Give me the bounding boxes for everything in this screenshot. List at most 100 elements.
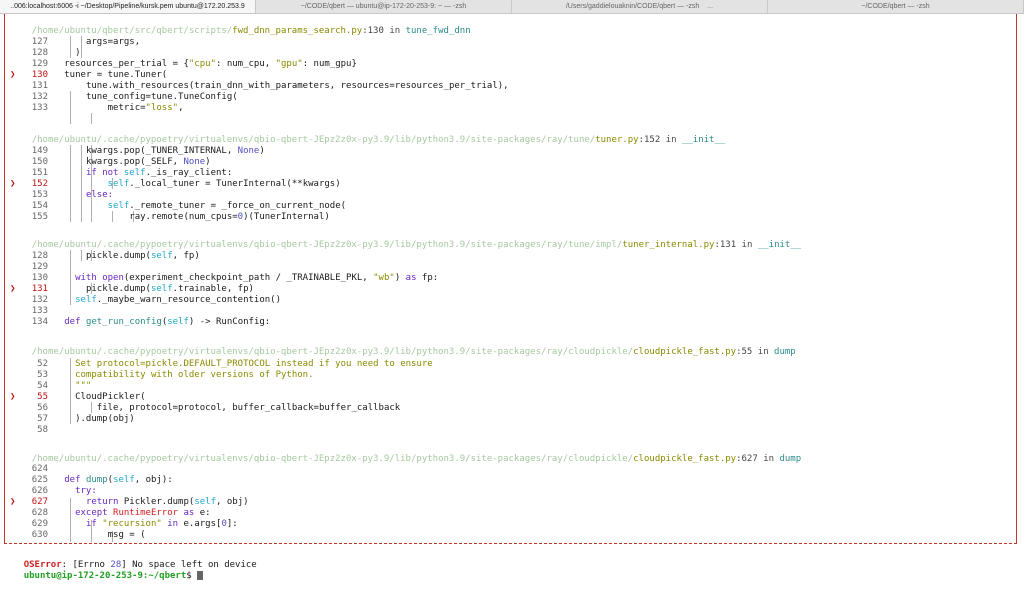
code-line: 154 self._remote_tuner = _force_on_curre…: [10, 201, 346, 212]
code-line-current: ❯ 55 CloudPickler(: [10, 392, 146, 403]
code-line-current: ❯ 131 pickle.dump(self.trainable, fp): [10, 284, 254, 295]
code-line: 132 self._maybe_warn_resource_contention…: [10, 295, 281, 306]
code-text: .trainable, fp): [172, 284, 254, 294]
line-number: 131: [31, 81, 48, 91]
frame-file: cloudpickle_fast.py: [633, 347, 737, 357]
line-number: 626: [31, 486, 48, 496]
line-number: 129: [31, 59, 48, 69]
frame-line: :130: [362, 26, 384, 36]
code-line: 127 args=args,: [10, 37, 140, 48]
code-text: ._maybe_warn_resource_contention(): [96, 295, 282, 305]
code-line: 150 kwargs.pop(_SELF, None): [10, 157, 211, 168]
line-number: 52: [37, 359, 48, 369]
code-line: 128 pickle.dump(self, fp): [10, 251, 200, 262]
frame-path: /home/ubuntu/.cache/pypoetry/virtualenvs…: [31, 347, 634, 357]
tab-qbert-remote[interactable]: ~/CODE/qbert — ubuntu@ip-172-20-253-9: ~…: [256, 0, 512, 13]
frame-function: __init__: [757, 240, 802, 250]
frame-in: in: [757, 454, 780, 464]
code-self: self: [167, 317, 189, 327]
line-number: 155: [31, 212, 48, 222]
line-number: 152: [31, 179, 48, 189]
code-string: "recursion": [102, 519, 162, 529]
tab-label: /Users/gaddielouaknin/CODE/qbert — -zsh: [565, 3, 700, 10]
frame-function: dump: [774, 347, 796, 357]
code-function: dump: [85, 475, 108, 485]
shell-prompt[interactable]: ubuntu@ip-172-20-253-9:~/qbert$: [2, 560, 204, 581]
tab-more-icon[interactable]: ...: [707, 3, 713, 10]
code-text: kwargs.pop(_SELF,: [85, 157, 184, 167]
line-number: 129: [31, 262, 48, 272]
code-text: , fp): [172, 251, 200, 261]
code-text: metric=: [107, 103, 146, 113]
tab-label: ..006:localhost:6006 -i ~/Desktop/Pipeli…: [10, 3, 245, 10]
frame-file: tuner.py: [595, 135, 639, 145]
code-line: 625 def dump(self, obj):: [10, 475, 173, 486]
code-line: 133: [10, 306, 48, 317]
current-line-marker-icon: ❯: [10, 497, 16, 507]
line-number: 132: [31, 295, 48, 305]
line-number: 151: [31, 168, 48, 178]
frame-path: /home/ubuntu/.cache/pypoetry/virtualenvs…: [31, 240, 623, 250]
terminal-view[interactable]: /home/ubuntu/qbert/src/qbert/scripts/fwd…: [0, 14, 1024, 581]
line-number: 154: [31, 201, 48, 211]
code-keyword: in: [161, 519, 184, 529]
code-line: 153 else:: [10, 190, 113, 201]
current-line-marker-icon: ❯: [10, 284, 16, 294]
frame-path: /home/ubuntu/.cache/pypoetry/virtualenvs…: [31, 454, 634, 464]
current-line-marker-icon: ❯: [10, 70, 16, 80]
code-text: ): [205, 157, 211, 167]
code-line: 155 ray.remote(num_cpus=0)(TunerInternal…: [10, 212, 330, 223]
code-self: self: [107, 201, 130, 211]
frame-header-4: /home/ubuntu/.cache/pypoetry/virtualenvs…: [10, 336, 796, 357]
line-number: 131: [31, 284, 48, 294]
code-self: self: [123, 168, 146, 178]
frame-in: in: [752, 347, 775, 357]
code-keyword: with: [75, 273, 103, 283]
tab-bar: ..006:localhost:6006 -i ~/Desktop/Pipeli…: [0, 0, 1024, 14]
code-line-current: ❯ 627 return Pickler.dump(self, obj): [10, 497, 249, 508]
code-line: 52 Set protocol=pickle.DEFAULT_PROTOCOL …: [10, 359, 433, 370]
code-text: resources_per_trial = {: [64, 59, 189, 69]
line-number: 149: [31, 146, 48, 156]
code-keyword: as: [178, 508, 200, 518]
code-line: 131 tune.with_resources(train_dnn_with_p…: [10, 81, 509, 92]
code-docstring: Set protocol=pickle.DEFAULT_PROTOCOL ins…: [75, 359, 433, 369]
frame-header-1: /home/ubuntu/qbert/src/qbert/scripts/fwd…: [10, 15, 471, 36]
code-line: 629 if "recursion" in e.args[0]:: [10, 519, 238, 530]
code-keyword: else:: [85, 190, 114, 200]
code-keyword: open: [102, 273, 124, 283]
frame-in: in: [383, 26, 406, 36]
frame-line: :627: [736, 454, 758, 464]
code-text: ): [75, 48, 81, 58]
tab-ssh-session[interactable]: ..006:localhost:6006 -i ~/Desktop/Pipeli…: [0, 0, 256, 13]
line-number: 130: [31, 70, 48, 80]
tab-qbert-zsh[interactable]: ~/CODE/qbert — -zsh: [768, 0, 1024, 13]
code-line: 630 msg = (: [10, 530, 146, 541]
frame-file: cloudpickle_fast.py: [633, 454, 737, 464]
code-self: self: [107, 179, 130, 189]
code-self: self: [113, 475, 135, 485]
line-number: 128: [31, 251, 48, 261]
tab-qbert-local[interactable]: /Users/gaddielouaknin/CODE/qbert — -zsh.…: [512, 0, 768, 13]
code-line-current: ❯ 130 tuner = tune.Tuner(: [10, 70, 167, 81]
code-line: 54 """: [10, 381, 91, 392]
frame-file: fwd_dnn_params_search.py: [232, 26, 363, 36]
prompt-symbol: $: [186, 571, 198, 581]
code-function: get_run_config: [85, 317, 162, 327]
code-self: self: [150, 251, 173, 261]
line-number: 130: [31, 273, 48, 283]
prompt-path: :~/qbert: [142, 571, 187, 581]
prompt-user-host: ubuntu@ip-172-20-253-9: [23, 571, 143, 581]
code-keyword: try:: [75, 486, 97, 496]
code-text: ._remote_tuner = _force_on_current_node(: [129, 201, 347, 211]
line-number: 128: [31, 48, 48, 58]
frame-line: :152: [638, 135, 661, 145]
line-number: 134: [31, 317, 48, 327]
code-self: self: [75, 295, 97, 305]
code-text: : num_gpu}: [302, 59, 357, 69]
code-keyword: return: [85, 497, 124, 507]
line-number: 55: [37, 392, 48, 402]
code-string: "wb": [373, 273, 395, 283]
frame-in: in: [736, 240, 758, 250]
code-keyword: def: [64, 475, 86, 485]
